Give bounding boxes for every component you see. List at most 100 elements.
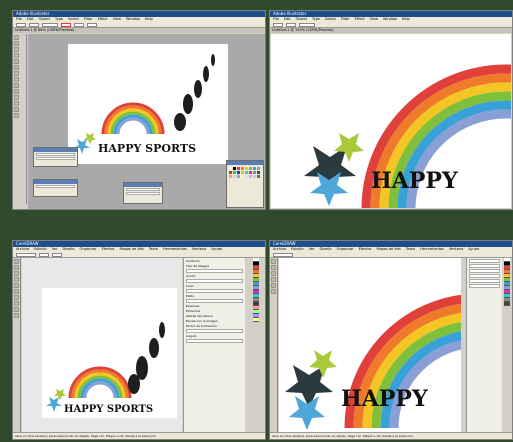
menu-archivo[interactable]: Archivo [273, 247, 286, 252]
menu-file[interactable]: File [16, 17, 22, 22]
rectangle-tool[interactable] [14, 65, 19, 70]
menu-filter[interactable]: Filter [341, 17, 350, 22]
line-tool[interactable] [14, 59, 19, 64]
zoom-tool[interactable] [271, 271, 276, 276]
opacity-slider[interactable] [126, 192, 160, 195]
stroke-field[interactable] [29, 22, 39, 27]
object-properties-docker[interactable]: Contorno Tipo de bisagra Ancho Color Est… [183, 258, 245, 434]
y-field[interactable] [87, 22, 97, 27]
stretch-field[interactable] [186, 329, 243, 333]
menu-object[interactable]: Object [296, 17, 307, 22]
align-buttons-row[interactable] [36, 185, 75, 188]
menu-view[interactable]: View [370, 17, 378, 22]
menu-select[interactable]: Select [325, 17, 336, 22]
docker-field-1[interactable] [469, 259, 500, 263]
color-palette[interactable] [504, 258, 510, 306]
document-tab[interactable]: Untitled-1 @ 66% (CMYK/Preview) [13, 28, 265, 33]
brush-tool[interactable] [14, 71, 19, 76]
menu-effect[interactable]: Effect [98, 17, 108, 22]
hand-tool[interactable] [14, 107, 19, 112]
pencil-tool[interactable] [14, 77, 19, 82]
pick-tool[interactable] [14, 259, 19, 264]
menu-edit[interactable]: Edit [27, 17, 34, 22]
object-properties-docker[interactable] [466, 258, 502, 434]
color-field[interactable] [186, 289, 243, 293]
blend-mode-field[interactable] [126, 188, 160, 191]
eyedropper-tool[interactable] [14, 101, 19, 106]
docker-field-6[interactable] [469, 284, 500, 288]
menu-ver[interactable]: Ver [52, 247, 58, 252]
selection-tool[interactable] [14, 35, 19, 40]
artboard-zoomed[interactable]: HAPPY [271, 34, 512, 209]
rectangle-tool[interactable] [271, 283, 276, 288]
docker-field-5[interactable] [469, 279, 500, 283]
pen-tool[interactable] [14, 47, 19, 52]
menu-organizar[interactable]: Organizar [337, 247, 354, 252]
scale-tool[interactable] [14, 89, 19, 94]
menu-ventana[interactable]: Ventana [192, 247, 206, 252]
fill-field[interactable] [16, 22, 26, 27]
fill-field[interactable] [273, 22, 283, 27]
zoom-field[interactable] [273, 252, 293, 257]
hinge-type-field[interactable] [186, 269, 243, 273]
freehand-tool[interactable] [14, 283, 19, 288]
menu-texto[interactable]: Texto [406, 247, 415, 252]
width-field[interactable] [186, 279, 243, 283]
width-field[interactable] [39, 252, 49, 257]
menu-help[interactable]: Help [145, 17, 153, 22]
stroke-cap-field[interactable] [36, 157, 75, 160]
menu-ayuda[interactable]: Ayuda [468, 247, 479, 252]
menu-diseno[interactable]: Diseño [319, 247, 331, 252]
menu-select[interactable]: Select [68, 17, 79, 22]
docker-field-4[interactable] [469, 274, 500, 278]
menu-herramientas[interactable]: Herramientas [420, 247, 444, 252]
outline-tool[interactable] [14, 313, 19, 318]
opacity-field[interactable] [61, 22, 71, 27]
menu-type[interactable]: Type [312, 17, 320, 22]
menu-file[interactable]: File [273, 17, 279, 22]
swatch-grid[interactable] [229, 167, 260, 178]
menu-efectos[interactable]: Efectos [102, 247, 115, 252]
type-tool[interactable] [14, 53, 19, 58]
menu-effect[interactable]: Effect [355, 17, 365, 22]
ellipse-tool[interactable] [14, 295, 19, 300]
artboard[interactable]: HAPPY SPORTS [68, 44, 228, 164]
stroke-panel[interactable] [33, 147, 78, 167]
x-field[interactable] [74, 22, 84, 27]
menu-herramientas[interactable]: Herramientas [163, 247, 187, 252]
rectangle-tool[interactable] [14, 289, 19, 294]
docker-field-3[interactable] [469, 269, 500, 273]
stroke-field[interactable] [286, 22, 296, 27]
drawing-area[interactable]: HAPPY [279, 258, 512, 433]
docker-tab[interactable]: Contorno [186, 259, 243, 263]
menu-ayuda[interactable]: Ayuda [211, 247, 222, 252]
direct-selection-tool[interactable] [14, 41, 19, 46]
transparency-panel[interactable] [123, 182, 163, 204]
menu-archivo[interactable]: Archivo [16, 247, 29, 252]
align-panel[interactable] [33, 179, 78, 197]
style-field[interactable] [299, 22, 315, 27]
drawing-area[interactable]: HAPPY SPORTS [22, 258, 182, 434]
text-tool[interactable] [14, 301, 19, 306]
shape-tool[interactable] [14, 265, 19, 270]
docker-field-2[interactable] [469, 264, 500, 268]
checkbox-behind-fill[interactable]: Detrás del relleno [186, 314, 243, 318]
menu-type[interactable]: Type [55, 17, 63, 22]
shape-tool[interactable] [271, 265, 276, 270]
document-tab[interactable]: Untitled-1 @ 193% (CMYK/Preview) [270, 28, 512, 33]
rotate-tool[interactable] [14, 83, 19, 88]
menu-organizar[interactable]: Organizar [80, 247, 97, 252]
menu-edicion[interactable]: Edición [34, 247, 47, 252]
menu-object[interactable]: Object [39, 17, 50, 22]
height-field[interactable] [52, 252, 62, 257]
angle-field[interactable] [186, 339, 243, 343]
page[interactable]: HAPPY SPORTS [42, 288, 177, 418]
menu-edit[interactable]: Edit [284, 17, 291, 22]
fill-tool[interactable] [14, 307, 19, 312]
color-palette[interactable] [253, 258, 259, 322]
menu-view[interactable]: View [113, 17, 121, 22]
style-field[interactable] [186, 299, 243, 303]
menu-efectos[interactable]: Efectos [359, 247, 372, 252]
gradient-tool[interactable] [14, 95, 19, 100]
text-tool[interactable] [271, 289, 276, 294]
